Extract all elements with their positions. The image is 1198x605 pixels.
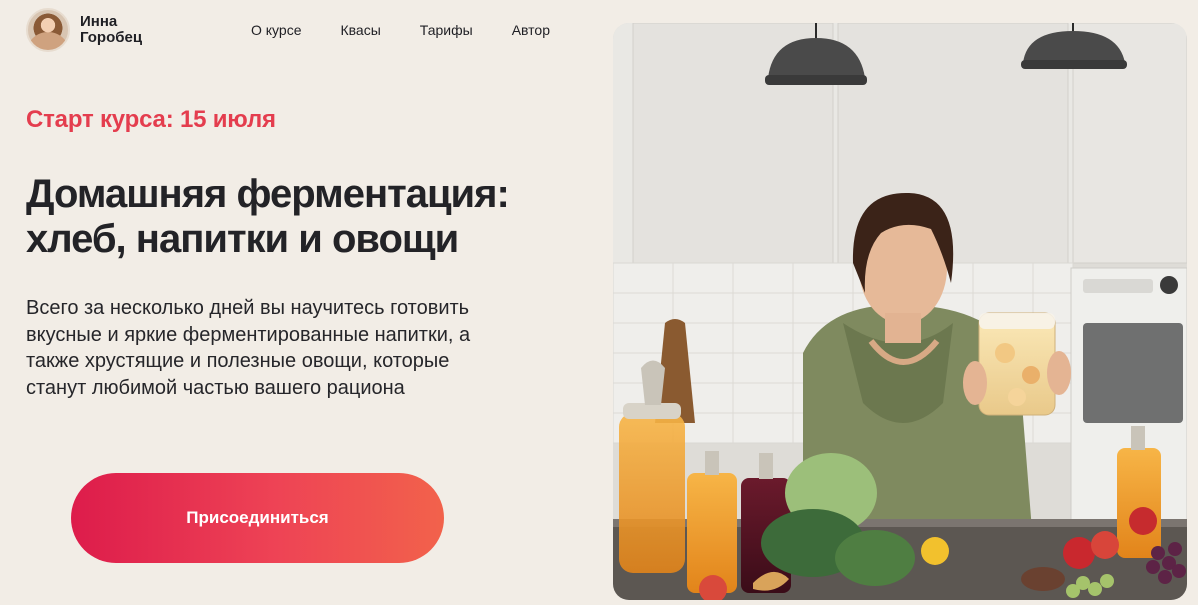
brand-first-name: Инна xyxy=(80,13,118,30)
page-title: Домашняя ферментация: хлеб, напитки и ов… xyxy=(26,172,606,262)
main-nav: О курсе Квасы Тарифы Автор xyxy=(251,22,550,38)
nav-item-pricing[interactable]: Тарифы xyxy=(420,22,473,38)
join-button[interactable]: Присоединиться xyxy=(71,473,444,563)
course-start-date: Старт курса: 15 июля xyxy=(26,106,276,133)
hero-photo xyxy=(613,23,1187,600)
brand-last-name: Горобец xyxy=(80,29,143,46)
nav-item-author[interactable]: Автор xyxy=(512,22,550,38)
description-line-1: Всего за несколько дней вы научитесь гот… xyxy=(26,297,470,319)
nav-item-about[interactable]: О курсе xyxy=(251,22,301,38)
course-description: Всего за несколько дней вы научитесь гот… xyxy=(26,295,546,401)
page-title-line-2: хлеб, напитки и овощи xyxy=(26,217,459,261)
kitchen-photo-illustration xyxy=(613,23,1187,600)
description-line-2: вкусные и яркие ферментированные напитки… xyxy=(26,323,471,346)
description-line-3: также хрустящие и полезные овощи, которы… xyxy=(26,350,450,372)
description-line-4: станут любимой частью вашего рациона xyxy=(26,376,405,399)
author-avatar xyxy=(26,8,70,52)
nav-item-kvass[interactable]: Квасы xyxy=(340,22,380,38)
page-title-line-1: Домашняя ферментация: xyxy=(26,172,510,216)
brand-logo[interactable]: Инна Горобец xyxy=(26,8,142,52)
brand-name: Инна Горобец xyxy=(80,14,142,46)
